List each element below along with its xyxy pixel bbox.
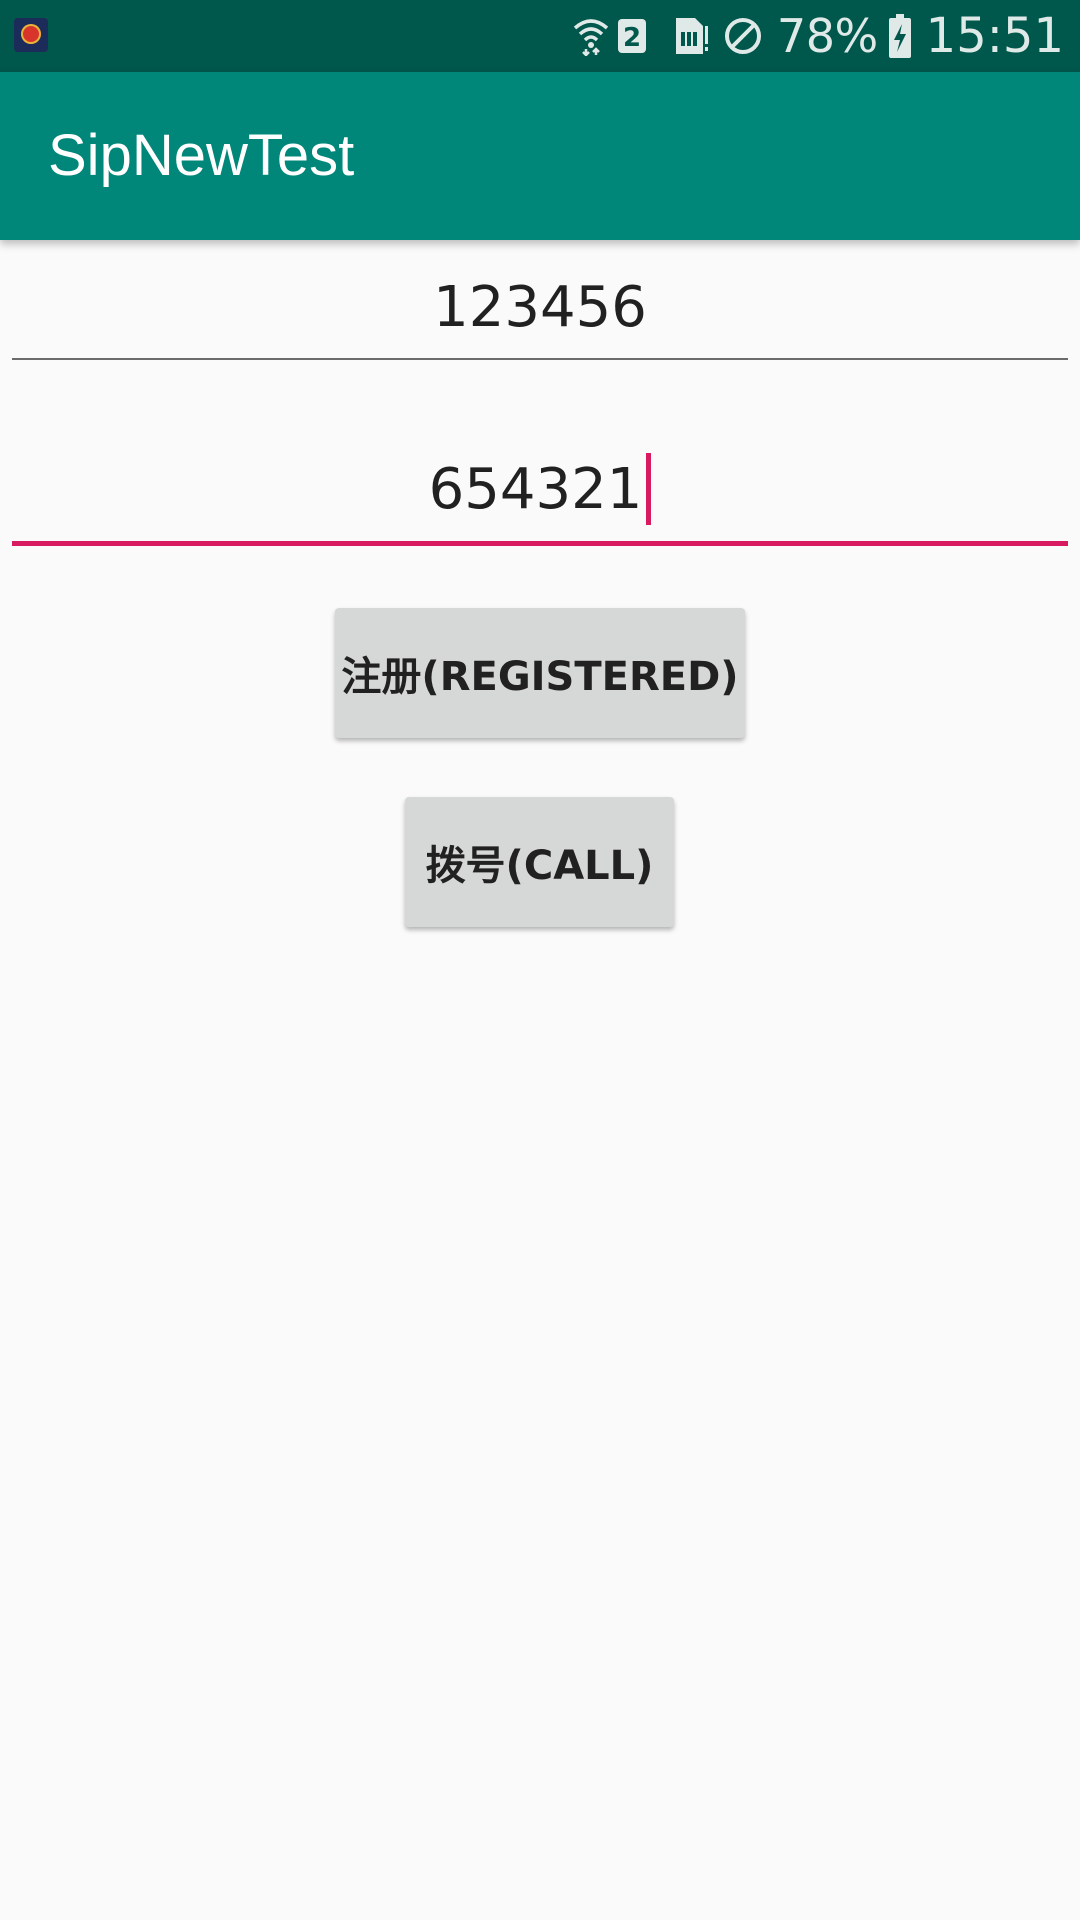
do-not-disturb-icon: [723, 16, 763, 56]
app-bar: SipNewTest: [0, 72, 1080, 240]
clock: 15:51: [925, 8, 1064, 64]
status-bar: 2 78% 15:51: [0, 0, 1080, 72]
username-underline: [12, 358, 1068, 360]
sim-2-icon: 2: [617, 16, 647, 56]
status-icons: 2 78% 15:51: [551, 0, 1064, 72]
sim-card-icon: [673, 16, 709, 56]
call-button[interactable]: 拨号(CALL): [405, 797, 674, 927]
app-emblem-icon: [14, 18, 48, 52]
password-field[interactable]: 654321: [12, 440, 1068, 546]
password-value: 654321: [428, 457, 643, 522]
password-underline-focused: [12, 541, 1068, 546]
sim-label: 2: [623, 23, 641, 53]
register-button[interactable]: 注册(REGISTERED): [335, 608, 745, 738]
battery-percentage: 78%: [776, 9, 878, 63]
username-value: 123456: [433, 275, 647, 340]
wifi-icon: [573, 16, 609, 56]
text-cursor: [646, 452, 652, 525]
username-field[interactable]: 123456: [12, 258, 1068, 360]
app-title: SipNewTest: [48, 123, 355, 188]
battery-charging-icon: [888, 14, 912, 58]
